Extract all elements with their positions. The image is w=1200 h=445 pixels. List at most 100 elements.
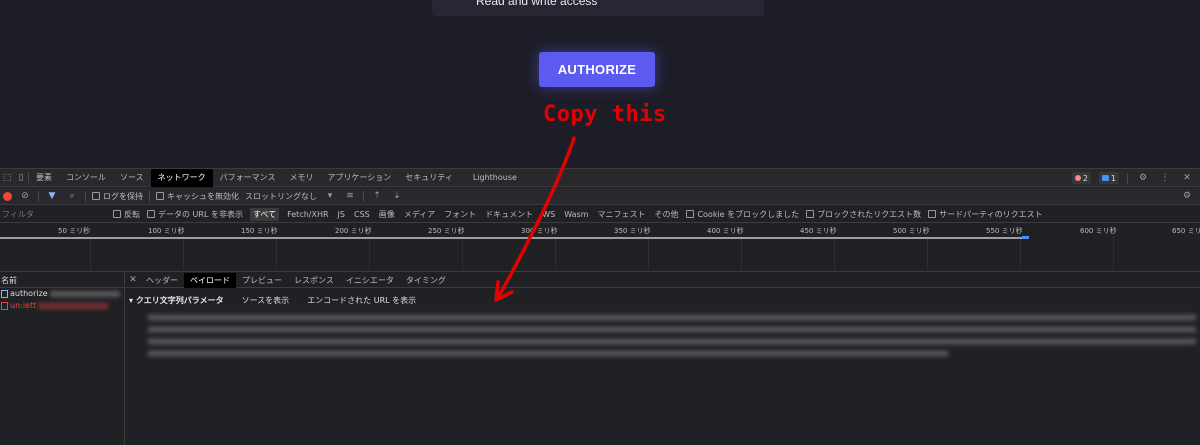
filter-type-all[interactable]: すべて [249, 207, 280, 221]
filter-type-manifest[interactable]: マニフェスト [596, 209, 646, 220]
blocked-requests-checkbox[interactable]: ブロックされたリクエスト数 [806, 209, 921, 220]
tab-sources[interactable]: ソース [113, 169, 151, 187]
filter-type-media[interactable]: メディア [403, 209, 436, 220]
download-icon[interactable]: ⇣ [390, 189, 404, 203]
upload-icon[interactable]: ⇡ [370, 189, 384, 203]
filter-type-ws[interactable]: WS [541, 210, 556, 219]
tab-payload[interactable]: ペイロード [184, 272, 236, 288]
grid-line [927, 236, 928, 272]
request-row[interactable]: un:iett [0, 300, 124, 312]
query-params-label: クエリ文字列パラメータ [135, 296, 224, 305]
close-icon[interactable]: ✕ [1180, 171, 1194, 185]
tab-headers[interactable]: ヘッダー [140, 273, 184, 288]
grid-line [369, 236, 370, 272]
more-options-icon[interactable]: ⋮ [1158, 171, 1172, 185]
third-party-checkbox[interactable]: サードパーティのリクエスト [928, 209, 1043, 220]
grid-line [1020, 236, 1021, 272]
filter-icon[interactable]: ▼ [45, 189, 59, 203]
redacted-payload-line [148, 351, 948, 356]
permission-card: Read and write access [432, 0, 764, 16]
record-icon[interactable] [3, 191, 12, 201]
throttling-select[interactable]: スロットリングなし [245, 191, 317, 202]
message-icon [1101, 175, 1109, 181]
filter-input[interactable] [0, 207, 106, 221]
timeline-tick: 450 ミリ秒 [800, 227, 837, 235]
grid-line [90, 236, 91, 272]
filter-type-img[interactable]: 画像 [378, 209, 396, 220]
query-params-title[interactable]: ▾ クエリ文字列パラメータ [129, 295, 224, 306]
divider [85, 190, 86, 202]
network-toolbar: ⊘ ▼ ⌕ ログを保持 キャッシュを無効化 スロットリングなし ▾ ≋ ⇡ ⇣ … [0, 188, 1200, 205]
message-badge[interactable]: 1 [1098, 172, 1119, 184]
timeline-tick: 200 ミリ秒 [335, 227, 372, 235]
redacted-payload-line [148, 315, 1196, 320]
web-page: Read and write access AUTHORIZE Copy thi… [0, 0, 1200, 168]
device-toolbar-icon[interactable]: ▯ [14, 171, 28, 185]
filter-type-wasm[interactable]: Wasm [563, 210, 589, 219]
checkbox-box[interactable] [92, 192, 100, 200]
tab-elements[interactable]: 要素 [29, 169, 59, 187]
timeline-tick: 350 ミリ秒 [614, 227, 651, 235]
tab-security[interactable]: セキュリティ [398, 169, 460, 187]
view-encoded-link[interactable]: エンコードされた URL を表示 [307, 295, 416, 306]
filter-type-other[interactable]: その他 [653, 209, 679, 220]
inspect-element-icon[interactable]: ⬚ [0, 171, 14, 185]
request-detail: ✕ ヘッダー ペイロード プレビュー レスポンス イニシエータ タイミング ▾ … [126, 272, 1200, 445]
blocked-cookies-checkbox[interactable]: Cookie をブロックしました [686, 209, 799, 220]
tab-initiator[interactable]: イニシエータ [340, 273, 400, 288]
error-count: 2 [1082, 173, 1088, 183]
checkbox-box[interactable] [686, 210, 695, 218]
network-settings-icon[interactable]: ⚙ [1180, 189, 1194, 203]
timeline-tick: 600 ミリ秒 [1080, 227, 1117, 235]
close-detail-icon[interactable]: ✕ [126, 273, 140, 287]
tab-timing[interactable]: タイミング [400, 273, 452, 288]
grid-line [648, 236, 649, 272]
filter-type-js[interactable]: JS [337, 210, 346, 219]
settings-gear-icon[interactable]: ⚙ [1136, 171, 1150, 185]
name-column-header[interactable]: 名前 [0, 273, 124, 288]
divider [38, 190, 39, 202]
permission-text: Read and write access [476, 0, 598, 8]
grid-line [741, 236, 742, 272]
checkbox-box[interactable] [156, 192, 164, 200]
disable-cache-label: キャッシュを無効化 [167, 191, 239, 201]
timeline-tick: 550 ミリ秒 [986, 227, 1023, 235]
disable-cache-checkbox[interactable]: キャッシュを無効化 [156, 191, 239, 202]
timeline-overview[interactable]: 50 ミリ秒 100 ミリ秒 150 ミリ秒 200 ミリ秒 250 ミリ秒 3… [0, 224, 1200, 272]
timeline-request-bar [1022, 236, 1029, 239]
tab-memory[interactable]: メモリ [282, 169, 320, 187]
tab-network[interactable]: ネットワーク [150, 168, 213, 187]
checkbox-box[interactable] [928, 210, 937, 218]
filter-type-doc[interactable]: ドキュメント [484, 209, 534, 220]
filter-type-font[interactable]: フォント [443, 209, 477, 220]
filter-type-css[interactable]: CSS [353, 210, 371, 219]
devtools-panel: ⬚ ▯ 要素 コンソール ソース ネットワーク パフォーマンス メモリ アプリケ… [0, 168, 1200, 445]
checkbox-box[interactable] [113, 210, 121, 218]
preserve-log-checkbox[interactable]: ログを保持 [92, 191, 143, 202]
hide-data-urls-checkbox[interactable]: データの URL を非表示 [147, 209, 243, 220]
error-badge[interactable]: 2 [1071, 172, 1091, 184]
invert-checkbox[interactable]: 反転 [113, 209, 140, 220]
tab-response[interactable]: レスポンス [288, 273, 340, 288]
request-row[interactable]: authorize [0, 288, 124, 300]
tab-performance[interactable]: パフォーマンス [213, 169, 283, 187]
filter-type-fetch-xhr[interactable]: Fetch/XHR [286, 210, 329, 219]
tab-lighthouse[interactable]: Lighthouse [466, 169, 524, 187]
blocked-cookies-label: Cookie をブロックしました [697, 209, 800, 219]
search-icon[interactable]: ⌕ [65, 189, 79, 203]
grid-line [183, 236, 184, 272]
expand-triangle-icon: ▾ [129, 296, 136, 305]
view-source-link[interactable]: ソースを表示 [242, 295, 290, 306]
chevron-down-icon[interactable]: ▾ [323, 189, 337, 203]
checkbox-box[interactable] [147, 210, 155, 218]
checkbox-box[interactable] [806, 210, 815, 218]
grid-line [462, 236, 463, 272]
document-icon [1, 302, 8, 310]
tab-console[interactable]: コンソール [59, 169, 113, 187]
divider [1127, 172, 1128, 184]
tab-application[interactable]: アプリケーション [320, 169, 398, 187]
wifi-conditions-icon[interactable]: ≋ [343, 189, 357, 203]
tab-preview[interactable]: プレビュー [236, 273, 288, 288]
clear-icon[interactable]: ⊘ [18, 189, 32, 203]
authorize-button[interactable]: AUTHORIZE [539, 52, 655, 87]
